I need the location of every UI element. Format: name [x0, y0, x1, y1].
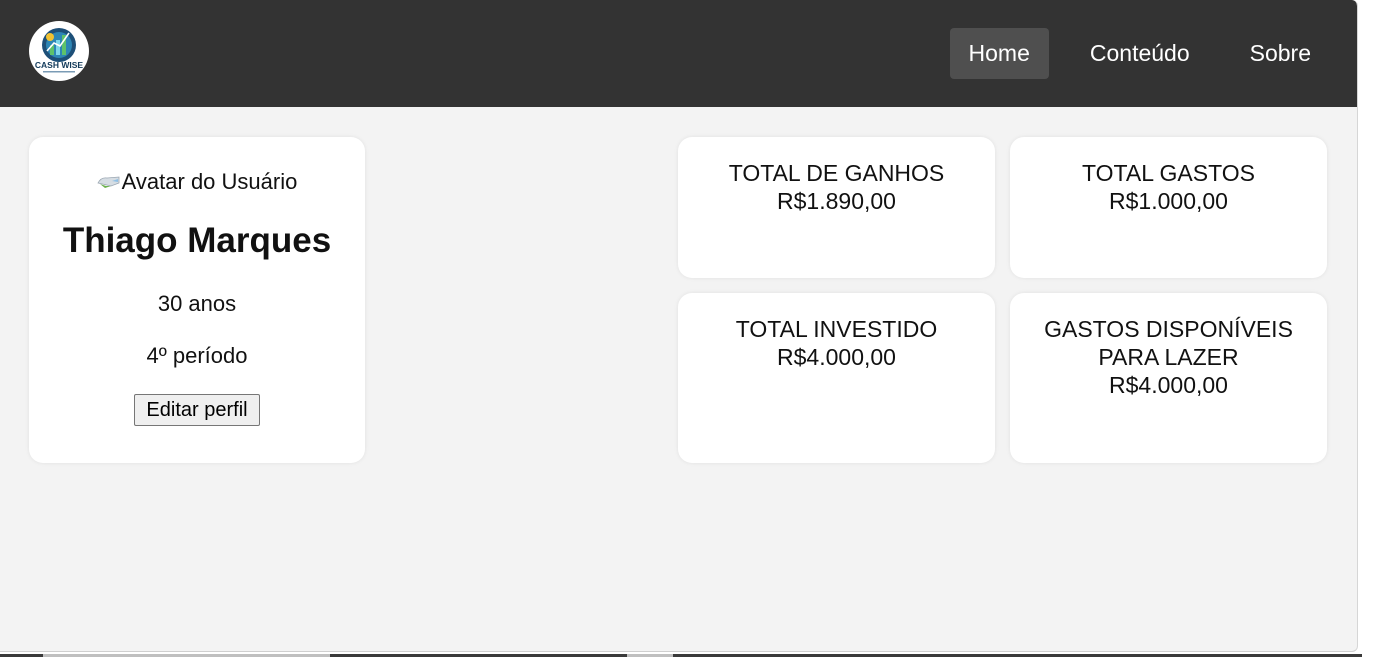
avatar: Avatar do Usuário	[97, 170, 298, 194]
svg-text:CASH WISE: CASH WISE	[35, 60, 84, 70]
nav-sobre[interactable]: Sobre	[1231, 28, 1330, 79]
stat-card-total-investido: TOTAL INVESTIDO R$4.000,00	[678, 293, 995, 463]
stat-card-gastos-lazer: GASTOS DISPONÍVEIS PARA LAZER R$4.000,00	[1010, 293, 1327, 463]
nav-home[interactable]: Home	[949, 28, 1049, 79]
main-nav: Home Conteúdo Sobre	[949, 28, 1330, 79]
profile-card: Avatar do Usuário Thiago Marques 30 anos…	[29, 137, 365, 463]
nav-conteudo[interactable]: Conteúdo	[1071, 28, 1209, 79]
app-window: CASH WISE Home Conteúdo Sobre Avatar do …	[0, 0, 1358, 652]
avatar-alt-text: Avatar do Usuário	[121, 170, 298, 194]
stat-title: TOTAL GASTOS	[1082, 160, 1255, 186]
stat-title: TOTAL INVESTIDO	[735, 316, 938, 342]
stat-value: R$4.000,00	[1109, 372, 1228, 398]
profile-age: 30 anos	[157, 291, 237, 316]
stat-value: R$1.000,00	[1109, 188, 1228, 214]
profile-name: Thiago Marques	[62, 221, 332, 260]
edit-profile-button[interactable]: Editar perfil	[134, 394, 260, 426]
profile-period: 4º período	[146, 343, 248, 368]
broken-image-icon	[97, 176, 120, 188]
stat-value: R$4.000,00	[777, 344, 896, 370]
navbar: CASH WISE Home Conteúdo Sobre	[0, 0, 1357, 107]
stat-title: GASTOS DISPONÍVEIS PARA LAZER	[1044, 316, 1293, 370]
stat-card-total-ganhos: TOTAL DE GANHOS R$1.890,00	[678, 137, 995, 278]
stat-value: R$1.890,00	[777, 188, 896, 214]
logo[interactable]: CASH WISE	[29, 21, 89, 81]
cash-wise-logo-icon: CASH WISE	[35, 28, 84, 73]
stat-card-total-gastos: TOTAL GASTOS R$1.000,00	[1010, 137, 1327, 278]
stat-title: TOTAL DE GANHOS	[728, 160, 945, 186]
